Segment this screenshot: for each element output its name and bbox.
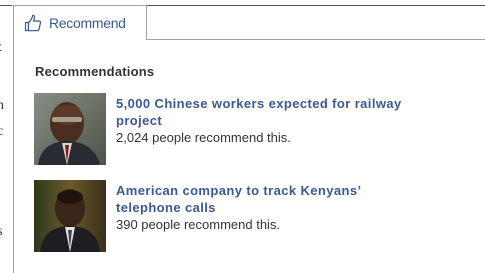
article-thumbnail[interactable] [34,93,106,165]
article-text: 5,000 Chinese workers expected for railw… [116,95,416,146]
background-rule [0,5,12,6]
background-text-fragment: n [0,98,4,113]
man-portrait-icon [34,180,106,252]
background-rule [147,5,485,6]
background-text-fragment: s [0,225,2,239]
man-portrait-icon [34,93,106,165]
background-text-fragment: , [0,258,1,272]
recommend-count: 390 people recommend this. [116,217,281,232]
list-item: American company to track Kenyans’ telep… [34,180,474,252]
panel-heading: Recommendations [35,64,155,79]
recommend-button-label: Recommend [49,15,126,31]
list-item: 5,000 Chinese workers expected for railw… [34,93,474,165]
thumbs-up-icon [24,14,42,32]
recommendations-panel: Recommendations 5,000 Chinese workers ex… [13,39,485,273]
article-text: American company to track Kenyans’ telep… [116,182,416,233]
article-link[interactable]: 5,000 Chinese workers expected for railw… [116,95,416,129]
background-text-fragment: c [0,124,4,139]
recommend-button[interactable]: Recommend [13,5,147,40]
article-link[interactable]: American company to track Kenyans’ telep… [116,182,416,216]
recommend-count: 2,024 people recommend this. [116,130,291,145]
page: t n c s , Recommend Recommendations [0,0,485,273]
background-text-fragment: t [0,41,2,55]
article-thumbnail[interactable] [34,180,106,252]
